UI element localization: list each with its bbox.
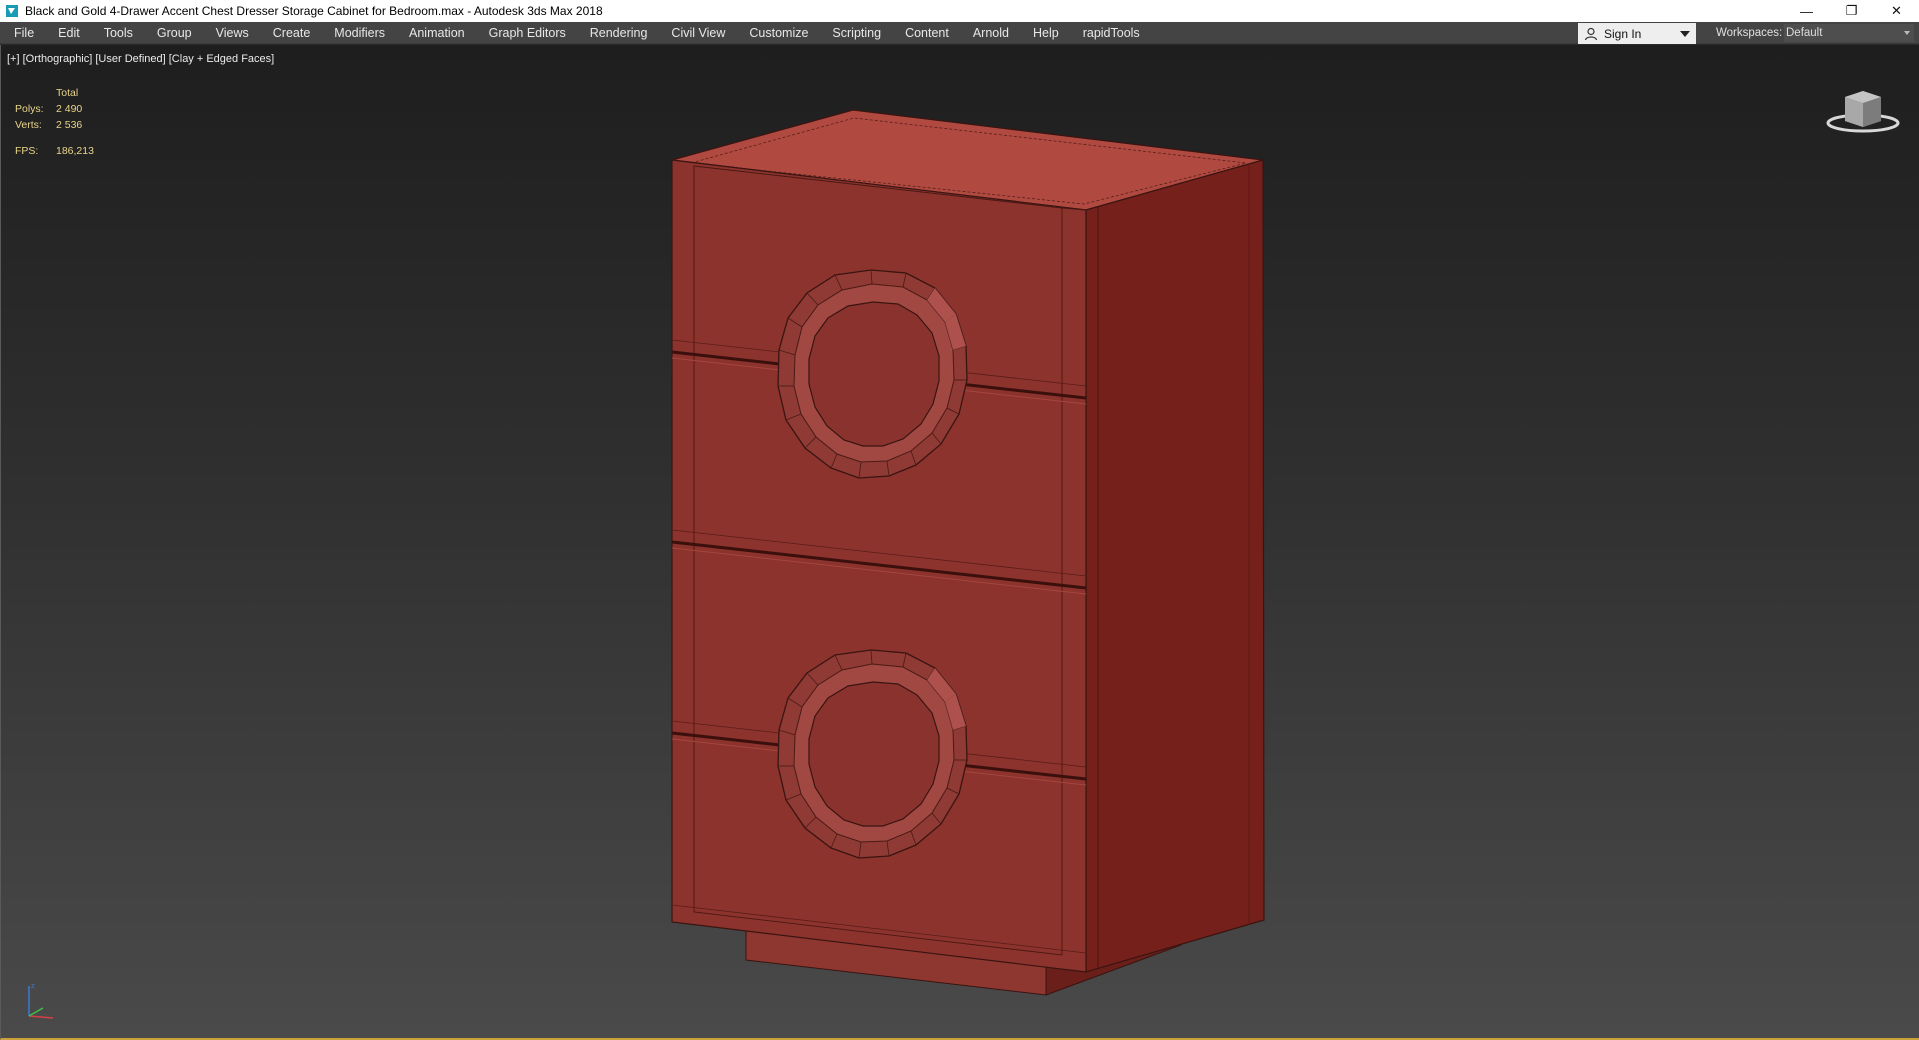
menu-create[interactable]: Create bbox=[261, 22, 323, 44]
title-bar: Black and Gold 4-Drawer Accent Chest Dre… bbox=[0, 0, 1919, 22]
menu-graph-editors[interactable]: Graph Editors bbox=[477, 22, 578, 44]
menu-customize[interactable]: Customize bbox=[737, 22, 820, 44]
sign-in-label: Sign In bbox=[1604, 26, 1642, 41]
menu-help[interactable]: Help bbox=[1021, 22, 1071, 44]
menu-rapidtools[interactable]: rapidTools bbox=[1071, 22, 1152, 44]
window-title: Black and Gold 4-Drawer Accent Chest Dre… bbox=[25, 4, 603, 18]
menu-group[interactable]: Group bbox=[145, 22, 204, 44]
perspective-viewport[interactable]: [+] [Orthographic] [User Defined] [Clay … bbox=[0, 45, 1919, 1040]
chevron-down-icon bbox=[1680, 31, 1690, 37]
menu-animation[interactable]: Animation bbox=[397, 22, 477, 44]
dresser-model[interactable] bbox=[1, 45, 1919, 1040]
window-controls: — ❐ ✕ bbox=[1784, 0, 1919, 22]
menu-file[interactable]: File bbox=[0, 22, 46, 44]
menu-edit[interactable]: Edit bbox=[46, 22, 92, 44]
workspaces-value: Default bbox=[1786, 27, 1823, 39]
chevron-down-icon bbox=[1904, 31, 1910, 35]
user-icon bbox=[1584, 27, 1598, 41]
workspaces-select[interactable]: Default bbox=[1784, 24, 1914, 42]
3dsmax-app-icon[interactable] bbox=[5, 4, 19, 18]
menu-tools[interactable]: Tools bbox=[92, 22, 145, 44]
minimize-button[interactable]: — bbox=[1784, 0, 1829, 22]
menu-rendering[interactable]: Rendering bbox=[578, 22, 660, 44]
menu-modifiers[interactable]: Modifiers bbox=[322, 22, 397, 44]
menu-content[interactable]: Content bbox=[893, 22, 961, 44]
menu-arnold[interactable]: Arnold bbox=[961, 22, 1021, 44]
restore-button[interactable]: ❐ bbox=[1829, 0, 1874, 22]
menu-scripting[interactable]: Scripting bbox=[820, 22, 893, 44]
sign-in-dropdown[interactable]: Sign In bbox=[1578, 23, 1696, 44]
menu-civil-view[interactable]: Civil View bbox=[659, 22, 737, 44]
close-button[interactable]: ✕ bbox=[1874, 0, 1919, 22]
workspaces-label: Workspaces: bbox=[1716, 27, 1783, 39]
menu-views[interactable]: Views bbox=[204, 22, 261, 44]
